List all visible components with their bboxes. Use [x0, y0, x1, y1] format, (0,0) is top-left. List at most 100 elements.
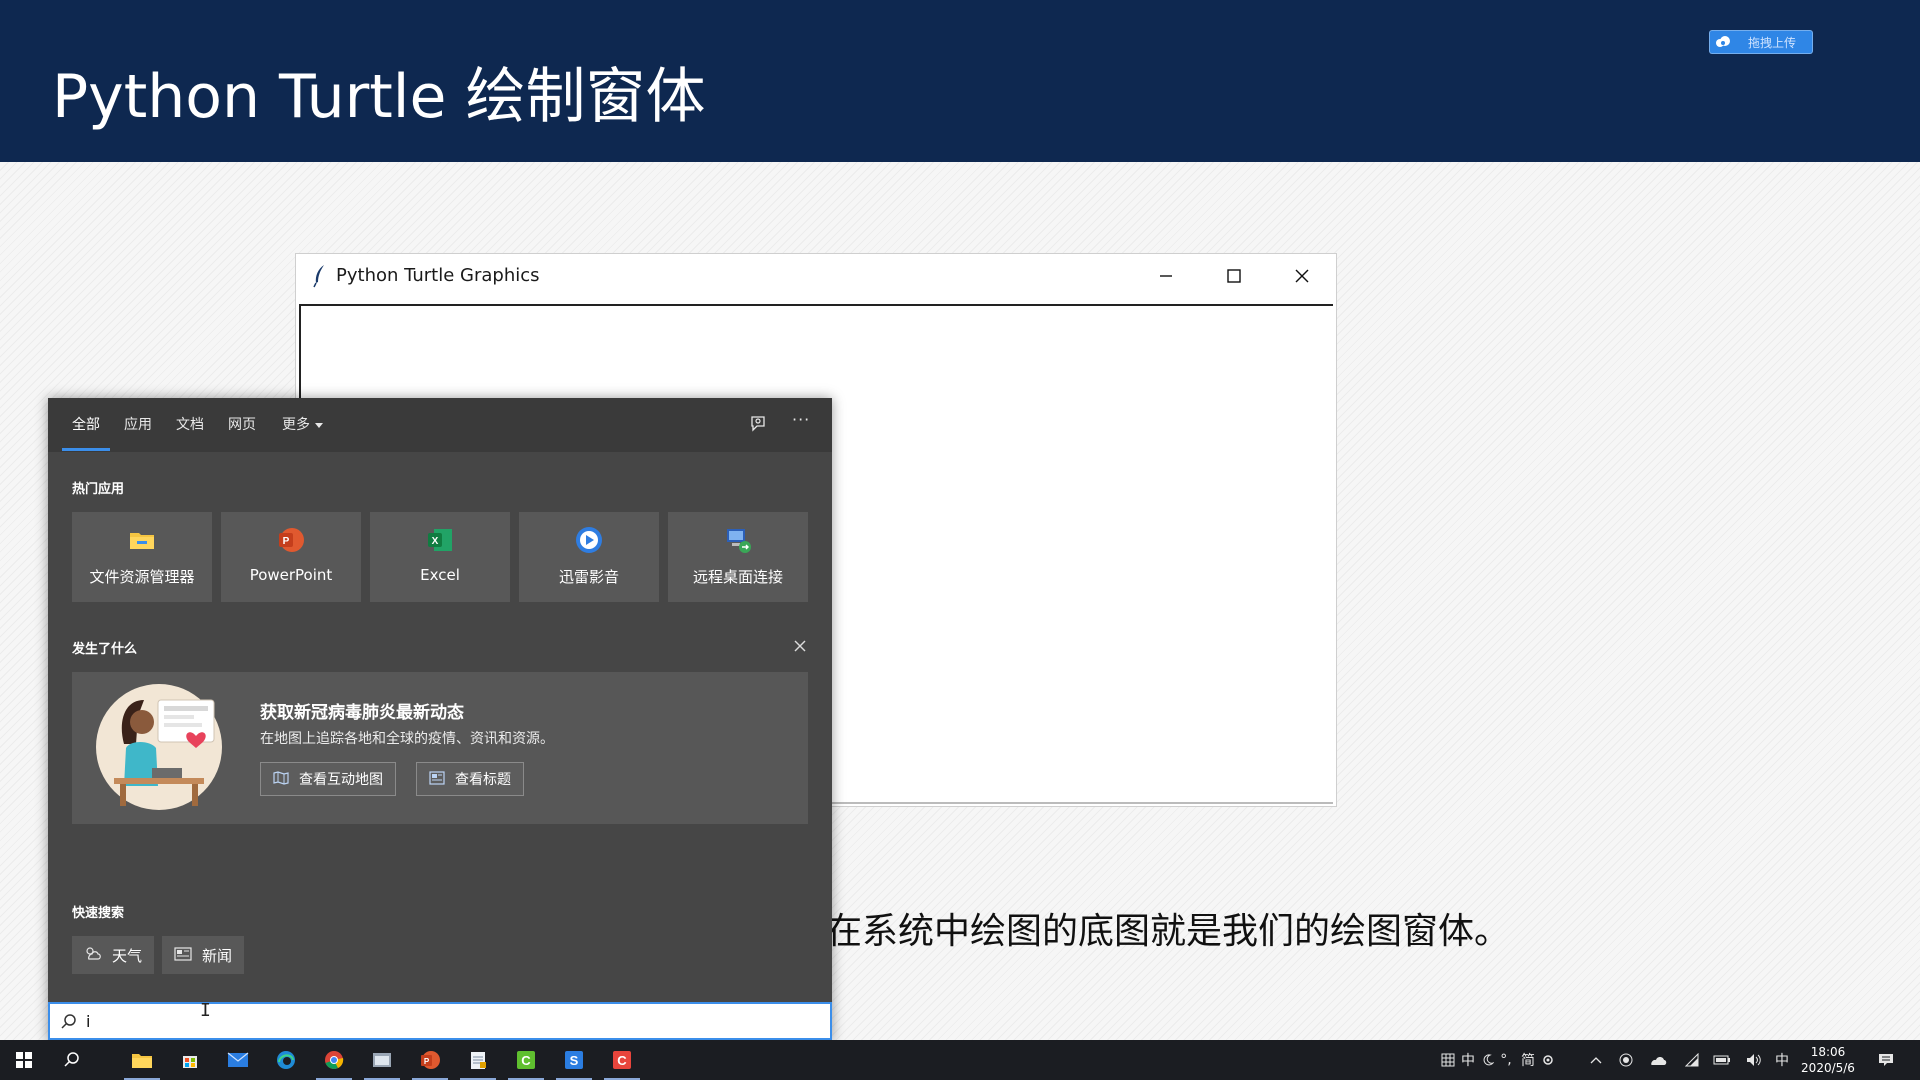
app-tile-label: Excel: [420, 566, 460, 584]
chrome-icon: [325, 1051, 344, 1069]
svg-text:X: X: [432, 536, 439, 547]
app-tile-xunlei[interactable]: 迅雷影音: [519, 512, 659, 602]
quick-search-weather[interactable]: 天气: [72, 936, 155, 974]
clock[interactable]: 18:06 2020/5/6: [1788, 1044, 1868, 1076]
maximize-icon: [1227, 269, 1241, 283]
app-tile-excel[interactable]: X Excel: [370, 512, 510, 602]
map-icon: [273, 770, 289, 789]
onedrive-icon[interactable]: [1648, 1050, 1668, 1070]
quick-search-title: 快速搜索: [72, 906, 125, 921]
punctuation-icon[interactable]: °,: [1496, 1050, 1516, 1070]
app-window-icon: [373, 1053, 391, 1067]
volume-icon[interactable]: [1744, 1050, 1764, 1070]
quick-search-news-label: 新闻: [202, 946, 233, 965]
feedback-icon[interactable]: [748, 413, 770, 435]
ime-mode-label[interactable]: 简: [1518, 1050, 1538, 1070]
app-tile-label: 迅雷影音: [558, 568, 619, 586]
search-input[interactable]: [86, 1008, 786, 1034]
wifi-icon[interactable]: [1682, 1050, 1702, 1070]
notepad-icon: [471, 1052, 486, 1069]
upload-badge[interactable]: 拖拽上传: [1709, 30, 1813, 54]
excel-icon: X: [426, 526, 454, 554]
taskbar-camtasia-red[interactable]: C: [598, 1040, 646, 1080]
taskbar-app-window[interactable]: [358, 1040, 406, 1080]
view-headlines-button[interactable]: 查看标题: [416, 762, 524, 796]
slide-header: Python Turtle 绘制窗体 拖拽上传: [0, 0, 1920, 162]
edge-icon: [277, 1051, 295, 1069]
record-icon[interactable]: [1616, 1050, 1636, 1070]
taskbar-store[interactable]: [166, 1040, 214, 1080]
taskbar-sublime[interactable]: S: [550, 1040, 598, 1080]
tab-more[interactable]: 更多: [282, 414, 323, 434]
close-icon[interactable]: [792, 638, 808, 654]
news-description: 在地图上追踪各地和全球的疫情、资讯和资源。: [260, 731, 554, 747]
active-tab-indicator: [62, 448, 110, 451]
svg-text:C: C: [617, 1053, 627, 1068]
start-button[interactable]: [0, 1040, 48, 1080]
taskbar-notepad[interactable]: [454, 1040, 502, 1080]
tab-all[interactable]: 全部: [72, 414, 100, 434]
feather-icon: [310, 264, 330, 288]
ime-grid-icon[interactable]: [1438, 1050, 1458, 1070]
news-illustration: [94, 682, 224, 812]
close-button[interactable]: [1268, 254, 1336, 298]
folder-icon: [128, 526, 156, 554]
news-icon: [174, 946, 192, 965]
quick-search-news[interactable]: 新闻: [162, 936, 245, 974]
svg-text:S: S: [570, 1053, 579, 1068]
moon-icon[interactable]: [1478, 1050, 1498, 1070]
gear-icon[interactable]: [1538, 1050, 1558, 1070]
remote-desktop-icon: [724, 526, 752, 554]
chevron-up-icon[interactable]: [1586, 1050, 1606, 1070]
svg-text:C: C: [521, 1053, 531, 1068]
turtle-window-titlebar[interactable]: Python Turtle Graphics: [296, 254, 1336, 298]
turtle-window-title: Python Turtle Graphics: [336, 265, 540, 286]
folder-icon: [132, 1054, 152, 1068]
powerpoint-icon: P: [277, 526, 305, 554]
taskbar-edge[interactable]: [262, 1040, 310, 1080]
app-tile-powerpoint[interactable]: P PowerPoint: [221, 512, 361, 602]
battery-icon[interactable]: [1712, 1050, 1732, 1070]
taskbar-mail[interactable]: [214, 1040, 262, 1080]
search-box[interactable]: [48, 1002, 832, 1040]
app-tile-label: PowerPoint: [249, 566, 333, 584]
whats-new-title: 发生了什么: [72, 642, 138, 657]
news-title: 获取新冠病毒肺炎最新动态: [260, 703, 464, 723]
tab-apps[interactable]: 应用: [124, 414, 152, 434]
app-tile-remote-desktop[interactable]: 远程桌面连接: [668, 512, 808, 602]
news-card[interactable]: 获取新冠病毒肺炎最新动态 在地图上追踪各地和全球的疫情、资讯和资源。 查看互动地…: [72, 672, 808, 824]
clock-date: 2020/5/6: [1801, 1061, 1855, 1075]
search-panel: 全部 应用 文档 网页 更多 ··· 热门应用 文件资源管理器 P PowerP…: [48, 398, 832, 1042]
more-options-button[interactable]: ···: [792, 410, 810, 429]
ime-chinese-label[interactable]: 中: [1458, 1050, 1478, 1070]
app-tile-file-explorer[interactable]: 文件资源管理器: [72, 512, 212, 602]
search-icon: [64, 1052, 79, 1067]
text-cursor-icon: I: [200, 1000, 211, 1021]
minimize-button[interactable]: [1132, 254, 1200, 298]
weather-icon: [84, 945, 102, 965]
app-tile-label: 文件资源管理器: [89, 568, 195, 586]
windows-icon: [16, 1052, 32, 1068]
taskbar-camtasia-green[interactable]: C: [502, 1040, 550, 1080]
upload-badge-label: 拖拽上传: [1748, 35, 1797, 50]
app-tile-label: 远程桌面连接: [692, 568, 783, 586]
taskbar-search-button[interactable]: [48, 1040, 96, 1080]
notification-icon[interactable]: [1876, 1050, 1896, 1070]
slide-body-text: 在系统中绘图的底图就是我们的绘图窗体。: [826, 911, 1511, 952]
search-icon: [60, 1013, 78, 1031]
maximize-button[interactable]: [1200, 254, 1268, 298]
tab-documents[interactable]: 文档: [176, 414, 204, 434]
chevron-down-icon: [315, 422, 323, 428]
taskbar-file-explorer[interactable]: [118, 1040, 166, 1080]
slide-title: Python Turtle 绘制窗体: [52, 62, 706, 132]
taskbar-chrome[interactable]: [310, 1040, 358, 1080]
taskbar: P C S C 中 °, 简 中 18:06 2020/5/6: [0, 1040, 1920, 1080]
quick-search-weather-label: 天气: [112, 946, 143, 965]
mail-icon: [227, 1052, 249, 1067]
tab-web[interactable]: 网页: [228, 414, 256, 434]
view-map-label: 查看互动地图: [299, 772, 383, 788]
view-map-button[interactable]: 查看互动地图: [260, 762, 396, 796]
taskbar-powerpoint[interactable]: P: [406, 1040, 454, 1080]
news-icon: [429, 770, 445, 789]
view-headlines-label: 查看标题: [455, 772, 511, 788]
